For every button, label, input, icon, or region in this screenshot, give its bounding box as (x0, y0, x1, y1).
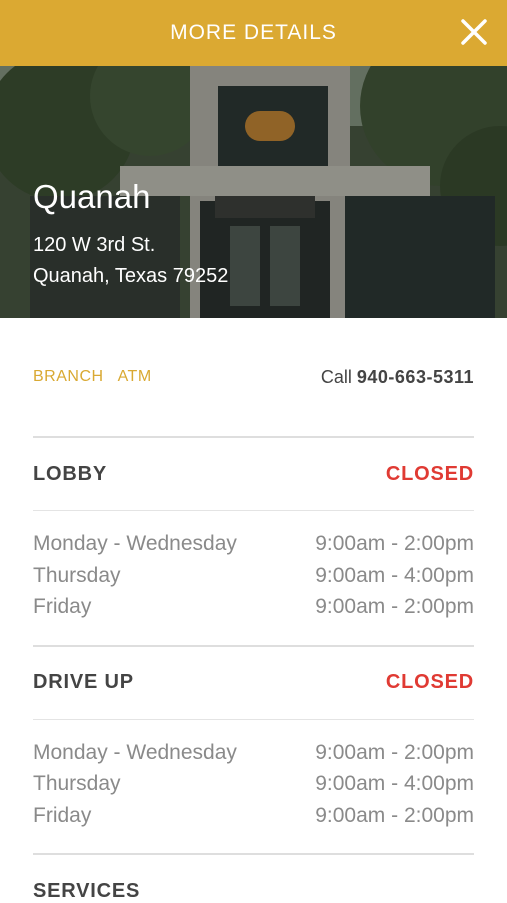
lobby-status: CLOSED (385, 462, 474, 485)
hours-time: 9:00am - 4:00pm (315, 563, 474, 587)
page-title: MORE DETAILS (170, 21, 337, 44)
hours-row: Thursday 9:00am - 4:00pm (33, 560, 474, 592)
hours-time: 9:00am - 2:00pm (315, 740, 474, 764)
call-link[interactable]: Call 940-663-5311 (321, 367, 474, 388)
hours-time: 9:00am - 4:00pm (315, 772, 474, 795)
tab-atm[interactable]: ATM (118, 368, 152, 386)
address-line-1: 120 W 3rd St. (33, 234, 156, 256)
hours-row: Monday - Wednesday 9:00am - 2:00pm (33, 737, 474, 769)
tabs-row: BRANCH ATM Call 940-663-5311 (33, 318, 474, 438)
drive-up-header: DRIVE UP CLOSED (33, 647, 474, 720)
lobby-title: LOBBY (33, 462, 107, 485)
hours-days: Monday - Wednesday (33, 740, 237, 764)
hours-time: 9:00am - 2:00pm (315, 595, 474, 618)
hours-row: Thursday 9:00am - 4:00pm (33, 768, 474, 800)
hours-days: Friday (33, 803, 92, 827)
hours-days: Thursday (33, 563, 121, 587)
close-icon (461, 19, 487, 45)
call-label: Call (320, 366, 352, 387)
details-content: BRANCH ATM Call 940-663-5311 LOBBY CLOSE… (33, 318, 474, 903)
hours-row: Monday - Wednesday 9:00am - 2:00pm (33, 528, 474, 560)
hours-days: Thursday (33, 772, 121, 795)
address-line-2: Quanah, Texas 79252 (33, 265, 229, 287)
drive-up-hours: Monday - Wednesday 9:00am - 2:00pm Thurs… (33, 720, 474, 855)
branch-name: Quanah (33, 178, 151, 215)
phone-number: 940-663-5311 (356, 366, 474, 387)
lobby-hours: Monday - Wednesday 9:00am - 2:00pm Thurs… (33, 511, 474, 647)
hours-row: Friday 9:00am - 2:00pm (33, 591, 474, 623)
drive-up-status: CLOSED (385, 671, 474, 693)
top-bar: MORE DETAILS (0, 0, 507, 66)
hours-row: Friday 9:00am - 2:00pm (33, 800, 474, 832)
hours-time: 9:00am - 2:00pm (315, 532, 474, 555)
hours-days: Friday (33, 595, 92, 618)
lobby-header: LOBBY CLOSED (33, 438, 474, 511)
hours-time: 9:00am - 2:00pm (315, 803, 474, 827)
branch-photo: Quanah 120 W 3rd St. Quanah, Texas 79252 (0, 66, 507, 318)
drive-up-title: DRIVE UP (33, 671, 134, 693)
tab-branch[interactable]: BRANCH (33, 368, 104, 386)
close-button[interactable] (457, 15, 491, 49)
hours-days: Monday - Wednesday (33, 532, 237, 555)
